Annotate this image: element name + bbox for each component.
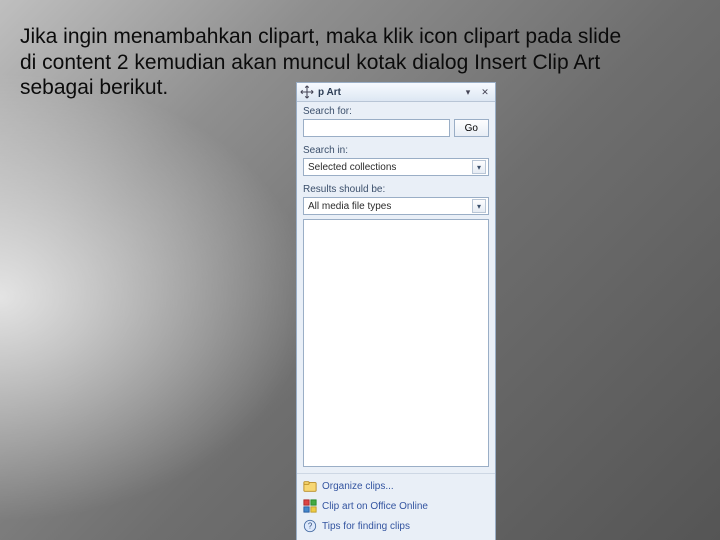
search-in-label: Search in: (297, 141, 495, 158)
move-icon (300, 85, 314, 99)
clipart-dialog: p Art ▾ ✕ Search for: Go Search in: Sele… (296, 82, 496, 540)
search-row: Go (297, 119, 495, 141)
results-pane (303, 219, 489, 467)
tips-text: Tips for finding clips (322, 521, 410, 532)
results-combo[interactable]: All media file types ▾ (303, 197, 489, 215)
search-for-label: Search for: (297, 102, 495, 119)
close-button[interactable]: ✕ (478, 86, 492, 98)
results-value: All media file types (308, 201, 391, 212)
chevron-down-icon: ▾ (472, 160, 486, 174)
organize-clips-text: Organize clips... (322, 481, 394, 492)
office-online-icon (303, 499, 317, 513)
office-online-text: Clip art on Office Online (322, 501, 428, 512)
search-in-combo[interactable]: Selected collections ▾ (303, 158, 489, 176)
chevron-down-icon: ▾ (472, 199, 486, 213)
search-input[interactable] (303, 119, 450, 137)
search-in-value: Selected collections (308, 162, 396, 173)
footer-links: Organize clips... Clip art on Office Onl… (297, 473, 495, 540)
organize-icon (303, 479, 317, 493)
svg-text:?: ? (308, 522, 313, 531)
office-online-link[interactable]: Clip art on Office Online (303, 496, 489, 516)
tips-link[interactable]: ? Tips for finding clips (303, 516, 489, 536)
organize-clips-link[interactable]: Organize clips... (303, 476, 489, 496)
dialog-title: p Art (318, 87, 341, 98)
go-button[interactable]: Go (454, 119, 489, 137)
dropdown-button[interactable]: ▾ (461, 86, 475, 98)
results-label: Results should be: (297, 180, 495, 197)
help-icon: ? (303, 519, 317, 533)
title-buttons: ▾ ✕ (461, 86, 492, 98)
clipart-dialog-container: p Art ▾ ✕ Search for: Go Search in: Sele… (296, 82, 496, 540)
dialog-titlebar: p Art ▾ ✕ (297, 83, 495, 102)
title-left: p Art (300, 85, 341, 99)
